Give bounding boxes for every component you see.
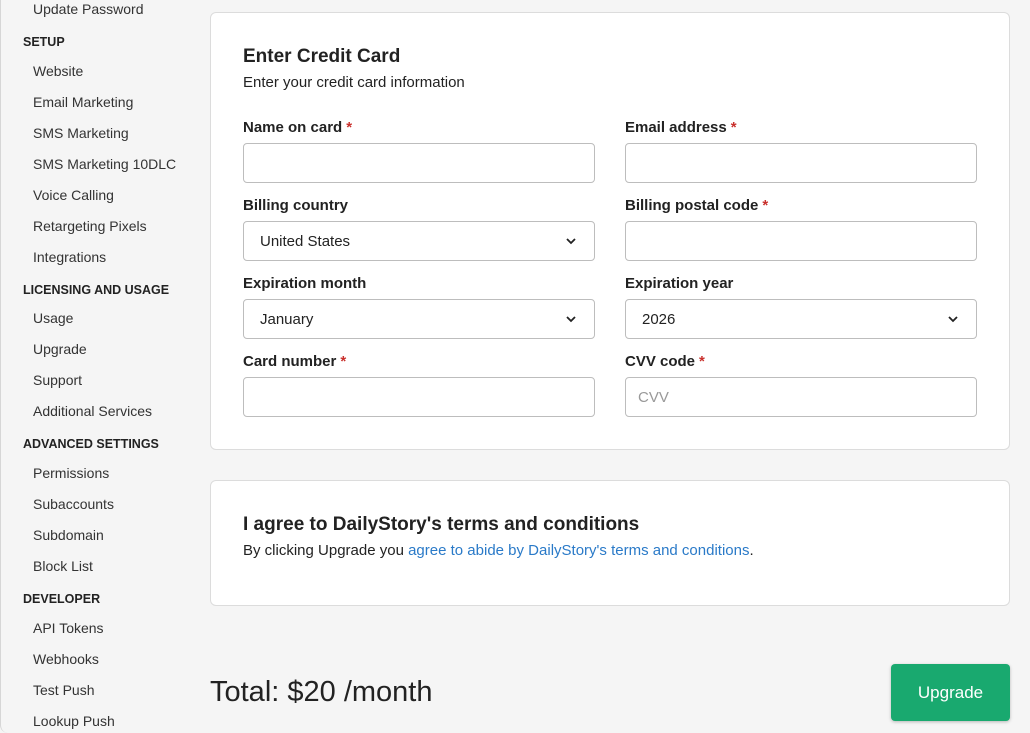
sidebar-item-support[interactable]: Support [33,371,82,389]
billing-postal-code-label: Billing postal code * [625,197,769,214]
expiration-month-label: Expiration month [243,275,367,292]
chevron-down-icon [566,238,576,245]
sidebar-item-update-password[interactable]: Update Password [33,0,144,18]
sidebar-item-subdomain[interactable]: Subdomain [33,526,104,544]
sidebar-item-api-tokens[interactable]: API Tokens [33,619,104,637]
terms-link[interactable]: agree to abide by DailyStory's terms and… [408,542,749,559]
sidebar-item-sms-marketing[interactable]: SMS Marketing [33,124,129,142]
expiration-year-value: 2026 [642,310,676,328]
sidebar-section-advanced: ADVANCED SETTINGS [23,437,159,451]
sidebar-section-licensing: LICENSING AND USAGE [23,283,170,297]
sidebar-item-additional-services[interactable]: Additional Services [33,402,152,420]
sidebar-item-permissions[interactable]: Permissions [33,464,109,482]
expiration-month-select[interactable]: January [243,299,595,339]
card-number-input[interactable] [243,377,595,417]
chevron-down-icon [948,316,958,323]
required-marker: * [730,119,737,136]
sidebar-item-upgrade[interactable]: Upgrade [33,340,87,358]
sidebar-item-sms-marketing-10dlc[interactable]: SMS Marketing 10DLC [33,155,176,173]
billing-country-label: Billing country [243,197,348,214]
expiration-year-label: Expiration year [625,275,734,292]
sidebar-item-voice-calling[interactable]: Voice Calling [33,186,114,204]
email-address-label: Email address * [625,119,737,136]
sidebar-item-test-push[interactable]: Test Push [33,681,94,699]
expiration-month-value: January [260,310,314,328]
sidebar-item-email-marketing[interactable]: Email Marketing [33,93,133,111]
terms-text: By clicking Upgrade you agree to abide b… [243,542,754,559]
name-on-card-input[interactable] [243,143,595,183]
cvv-code-input[interactable] [625,377,977,417]
sidebar-item-integrations[interactable]: Integrations [33,248,106,266]
sidebar-item-usage[interactable]: Usage [33,309,73,327]
cvv-code-label: CVV code * [625,353,705,370]
sidebar-section-developer: DEVELOPER [23,592,101,606]
required-marker: * [699,353,705,370]
expiration-year-select[interactable]: 2026 [625,299,977,339]
required-marker: * [340,353,347,370]
required-marker: * [346,119,353,136]
billing-postal-code-input[interactable] [625,221,977,261]
email-address-input[interactable] [625,143,977,183]
sidebar-item-subaccounts[interactable]: Subaccounts [33,495,114,513]
sidebar-item-retargeting-pixels[interactable]: Retargeting Pixels [33,217,147,235]
credit-card-panel: Enter Credit Card Enter your credit card… [210,12,1010,450]
name-on-card-label: Name on card * [243,119,353,136]
sidebar-item-website[interactable]: Website [33,62,83,80]
credit-card-subtitle: Enter your credit card information [243,74,465,91]
chevron-down-icon [566,316,576,323]
sidebar-item-block-list[interactable]: Block List [33,557,93,575]
card-number-label: Card number * [243,353,347,370]
credit-card-title: Enter Credit Card [243,46,401,67]
sidebar-item-lookup-push[interactable]: Lookup Push [33,712,115,730]
terms-title: I agree to DailyStory's terms and condit… [243,514,640,535]
total-price: Total: $20 /month [210,676,433,708]
terms-panel: I agree to DailyStory's terms and condit… [210,480,1010,606]
billing-country-value: United States [260,232,351,250]
required-marker: * [762,197,769,214]
sidebar-section-setup: SETUP [23,35,65,49]
billing-country-select[interactable]: United States [243,221,595,261]
upgrade-button[interactable]: Upgrade [891,664,1010,721]
settings-sidebar: Update Password SETUP Website Email Mark… [0,0,192,733]
sidebar-item-webhooks[interactable]: Webhooks [33,650,99,668]
